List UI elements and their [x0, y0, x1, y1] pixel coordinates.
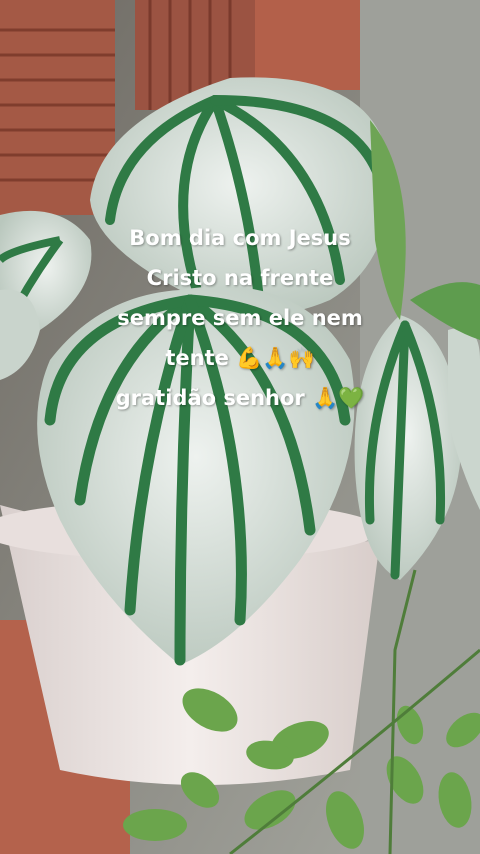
wall-pillar: [255, 0, 360, 90]
caption-line: tente 💪🙏🙌: [165, 346, 315, 370]
caption-line: sempre sem ele nem: [117, 306, 363, 330]
caption-line: Bom dia com Jesus: [129, 226, 351, 250]
photo-scene: [0, 0, 480, 854]
caption-line: gratidão senhor 🙏💚: [115, 386, 365, 410]
caption-line: Cristo na frente: [146, 266, 334, 290]
status-caption: Bom dia com Jesus Cristo na frente sempr…: [90, 218, 390, 418]
